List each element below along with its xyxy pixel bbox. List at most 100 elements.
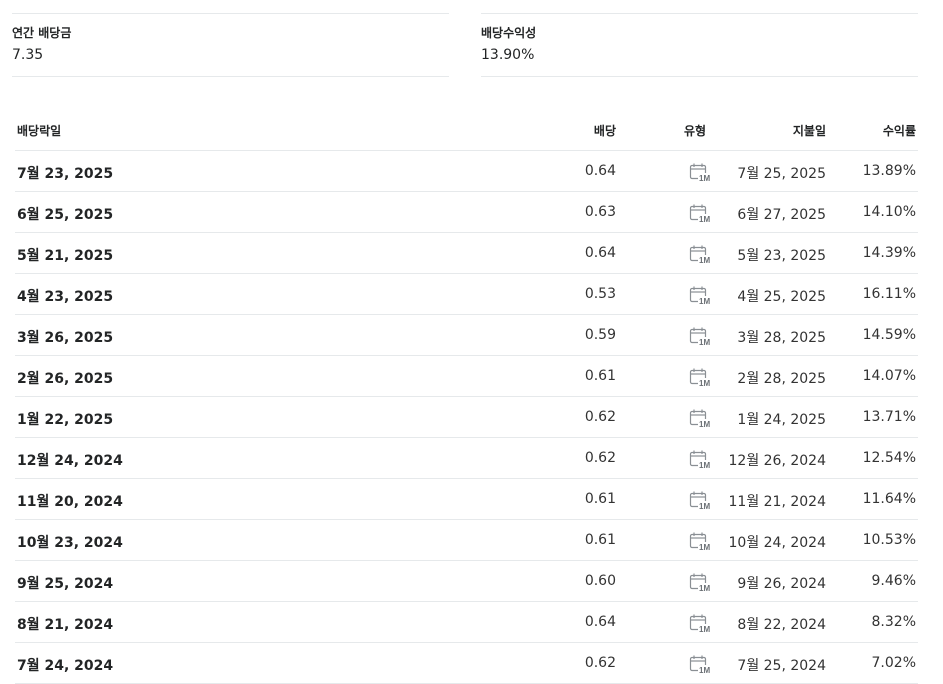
monthly-calendar-icon: 1M [689, 285, 713, 306]
pay-date-cell: 7월 25, 2024 [737, 658, 826, 674]
dividend-cell: 0.53 [584, 286, 616, 302]
pay-date-cell: 12월 26, 2024 [728, 453, 827, 469]
ex-date-cell: 8월 21, 2024 [17, 617, 114, 633]
pay-date-cell: 4월 25, 2025 [737, 289, 826, 305]
monthly-calendar-icon: 1M [689, 531, 713, 552]
type-icon-label: 1M [699, 174, 710, 182]
ex-date-cell: 7월 23, 2025 [17, 166, 114, 182]
monthly-calendar-icon: 1M [689, 244, 713, 265]
dividend-history-table: 배당락일 배당 유형 지불일 수익률 7월 23, 2025 0.64 1M 7월 2… [15, 110, 918, 684]
type-icon-label: 1M [699, 338, 710, 346]
pay-date-cell: 11월 21, 2024 [728, 494, 827, 510]
pay-date-cell: 8월 22, 2024 [737, 617, 826, 633]
ex-date-cell: 3월 26, 2025 [17, 330, 114, 346]
type-icon-label: 1M [699, 461, 710, 469]
type-icon-label: 1M [699, 297, 710, 305]
dividend-cell: 0.62 [584, 409, 616, 425]
pay-date-cell: 9월 26, 2024 [737, 576, 826, 592]
yield-cell: 9.46% [871, 573, 916, 589]
dividend-cell: 0.62 [584, 450, 616, 466]
dividend-cell: 0.59 [584, 327, 616, 343]
table-row: 11월 20, 2024 0.61 1M 11월 21, 2024 11.64% [15, 479, 918, 520]
yield-cell: 14.39% [862, 245, 916, 261]
dividend-yield-value: 13.90% [481, 47, 535, 63]
annual-dividend-value: 7.35 [12, 47, 44, 63]
table-row: 7월 23, 2025 0.64 1M 7월 25, 2025 13.89% [15, 151, 918, 192]
ex-date-cell: 11월 20, 2024 [17, 494, 123, 510]
table-row: 2월 26, 2025 0.61 1M 2월 28, 2025 14.07% [15, 356, 918, 397]
table-row: 8월 21, 2024 0.64 1M 8월 22, 2024 8.32% [15, 602, 918, 643]
dividend-cell: 0.61 [584, 532, 616, 548]
monthly-calendar-icon: 1M [689, 449, 713, 470]
yield-cell: 13.71% [862, 409, 916, 425]
pay-date-cell: 2월 28, 2025 [737, 371, 826, 387]
type-icon-label: 1M [699, 379, 710, 387]
ex-date-cell: 10월 23, 2024 [17, 535, 123, 551]
monthly-calendar-icon: 1M [689, 326, 713, 347]
table-row: 7월 24, 2024 0.62 1M 7월 25, 2024 7.02% [15, 643, 918, 684]
dividend-yield-label: 배당수익성 [481, 26, 537, 40]
pay-date-cell: 10월 24, 2024 [728, 535, 827, 551]
table-body: 7월 23, 2025 0.64 1M 7월 25, 2025 13.89% 6월 25,… [15, 151, 918, 684]
yield-cell: 8.32% [871, 614, 916, 630]
header-yield[interactable]: 수익률 [883, 122, 916, 139]
yield-cell: 14.10% [862, 204, 916, 220]
monthly-calendar-icon: 1M [689, 367, 713, 388]
monthly-calendar-icon: 1M [689, 613, 713, 634]
dividend-cell: 0.61 [584, 368, 616, 384]
yield-cell: 11.64% [862, 491, 916, 507]
yield-cell: 16.11% [862, 286, 916, 302]
ex-date-cell: 5월 21, 2025 [17, 248, 114, 264]
table-row: 1월 22, 2025 0.62 1M 1월 24, 2025 13.71% [15, 397, 918, 438]
summary-divider-top-left [12, 13, 449, 14]
dividend-cell: 0.64 [584, 245, 616, 261]
yield-cell: 10.53% [862, 532, 916, 548]
annual-dividend-label: 연간 배당금 [12, 26, 72, 40]
ex-date-cell: 4월 23, 2025 [17, 289, 114, 305]
dividend-cell: 0.62 [584, 655, 616, 671]
table-row: 10월 23, 2024 0.61 1M 10월 24, 2024 10.53% [15, 520, 918, 561]
monthly-calendar-icon: 1M [689, 162, 713, 183]
monthly-calendar-icon: 1M [689, 408, 713, 429]
pay-date-cell: 6월 27, 2025 [737, 207, 826, 223]
table-header-row: 배당락일 배당 유형 지불일 수익률 [15, 110, 918, 151]
summary-divider-top-right [481, 13, 918, 14]
monthly-calendar-icon: 1M [689, 572, 713, 593]
ex-date-cell: 6월 25, 2025 [17, 207, 114, 223]
pay-date-cell: 1월 24, 2025 [737, 412, 826, 428]
header-dividend[interactable]: 배당 [594, 122, 616, 139]
yield-cell: 7.02% [871, 655, 916, 671]
monthly-calendar-icon: 1M [689, 490, 713, 511]
dividend-cell: 0.64 [584, 163, 616, 179]
table-row: 3월 26, 2025 0.59 1M 3월 28, 2025 14.59% [15, 315, 918, 356]
summary-divider-bottom-left [12, 76, 449, 77]
dividend-cell: 0.60 [584, 573, 616, 589]
dividend-cell: 0.63 [584, 204, 616, 220]
header-ex-date[interactable]: 배당락일 [17, 122, 61, 139]
type-icon-label: 1M [699, 420, 710, 428]
type-icon-label: 1M [699, 256, 710, 264]
table-row: 4월 23, 2025 0.53 1M 4월 25, 2025 16.11% [15, 274, 918, 315]
table-row: 6월 25, 2025 0.63 1M 6월 27, 2025 14.10% [15, 192, 918, 233]
type-icon-label: 1M [699, 584, 710, 592]
ex-date-cell: 2월 26, 2025 [17, 371, 114, 387]
header-type[interactable]: 유형 [684, 122, 706, 139]
yield-cell: 12.54% [862, 450, 916, 466]
ex-date-cell: 12월 24, 2024 [17, 453, 123, 469]
ex-date-cell: 1월 22, 2025 [17, 412, 114, 428]
type-icon-label: 1M [699, 502, 710, 510]
yield-cell: 14.59% [862, 327, 916, 343]
pay-date-cell: 5월 23, 2025 [737, 248, 826, 264]
table-row: 9월 25, 2024 0.60 1M 9월 26, 2024 9.46% [15, 561, 918, 602]
dividend-cell: 0.64 [584, 614, 616, 630]
pay-date-cell: 7월 25, 2025 [737, 166, 826, 182]
type-icon-label: 1M [699, 666, 710, 674]
yield-cell: 14.07% [862, 368, 916, 384]
pay-date-cell: 3월 28, 2025 [737, 330, 826, 346]
table-row: 12월 24, 2024 0.62 1M 12월 26, 2024 12.54% [15, 438, 918, 479]
type-icon-label: 1M [699, 625, 710, 633]
header-pay-date[interactable]: 지불일 [793, 122, 826, 139]
monthly-calendar-icon: 1M [689, 203, 713, 224]
ex-date-cell: 9월 25, 2024 [17, 576, 114, 592]
ex-date-cell: 7월 24, 2024 [17, 658, 114, 674]
